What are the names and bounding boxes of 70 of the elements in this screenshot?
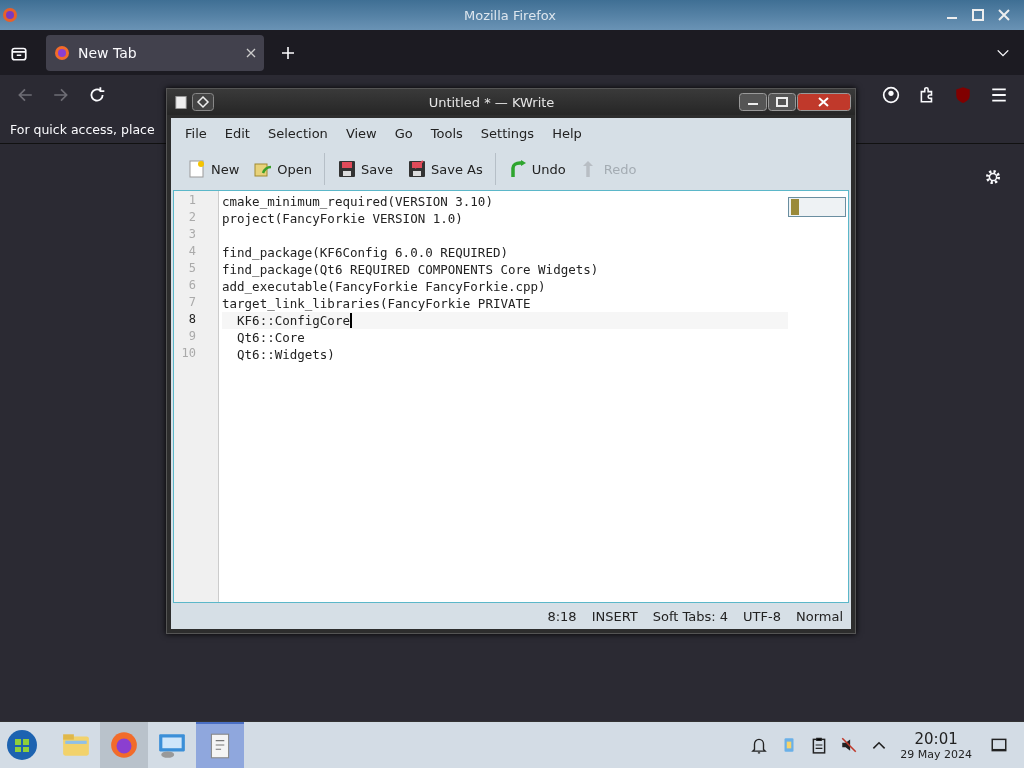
taskbar-notepad-button[interactable] <box>196 722 244 768</box>
code-line: cmake_minimum_required(VERSION 3.10) <box>222 194 493 209</box>
bell-icon[interactable] <box>750 736 769 754</box>
reload-icon[interactable] <box>88 86 106 104</box>
status-item[interactable]: 8:18 <box>547 608 577 624</box>
start-menu-icon[interactable] <box>6 729 38 761</box>
window-title: Mozilla Firefox <box>463 7 556 23</box>
minimize-icon[interactable] <box>739 93 767 111</box>
menu-item[interactable]: Settings <box>472 122 543 144</box>
pin-icon[interactable] <box>192 93 214 111</box>
account-icon[interactable] <box>882 86 900 104</box>
clock-date[interactable]: 29 May 2024 <box>900 747 972 761</box>
menu-item[interactable]: View <box>337 122 385 144</box>
line-number: 6 <box>187 278 197 294</box>
menu-item[interactable]: Edit <box>216 122 258 144</box>
minimap[interactable] <box>788 197 846 217</box>
browser-icon <box>2 7 18 23</box>
menu-item[interactable]: Selection <box>259 122 336 144</box>
code-line: Qt6::Widgets) <box>236 347 335 362</box>
bookmarks-hint: For quick access, place <box>10 121 155 137</box>
saveas-button[interactable]: Save As <box>401 155 489 183</box>
line-number: 5 <box>187 261 197 277</box>
save-button[interactable]: Save <box>331 155 399 183</box>
line-number: 3 <box>187 227 197 243</box>
status-item[interactable]: Soft Tabs: 4 <box>652 608 729 624</box>
line-number: 8 <box>187 312 197 328</box>
new-tab-icon[interactable] <box>280 44 296 61</box>
close-icon[interactable] <box>246 47 256 58</box>
code-line: Qt6::Core <box>236 330 305 345</box>
window-title: Untitled * — KWrite <box>427 94 555 110</box>
maximize-icon[interactable] <box>768 93 796 111</box>
new-file-icon <box>187 159 207 179</box>
menu-icon[interactable] <box>990 86 1008 104</box>
menu-item[interactable]: Help <box>544 122 590 144</box>
browser-icon <box>109 730 139 760</box>
settings-icon[interactable] <box>984 168 1002 186</box>
line-number: 1 <box>187 193 197 209</box>
code-line: find_package(KF6Config 6.0.0 REQUIRED) <box>222 245 508 260</box>
code-line: KF6::ConfigCore <box>236 313 350 328</box>
code-line: add_executable(FancyForkie FancyForkie.cpp) <box>222 279 546 294</box>
clock-time[interactable]: 20:01 <box>914 729 958 748</box>
notepad-icon <box>175 94 187 110</box>
line-number: 4 <box>187 244 197 260</box>
line-number: 7 <box>187 295 197 311</box>
taskbar-browser-button[interactable] <box>100 722 148 768</box>
forward-icon[interactable] <box>52 86 70 104</box>
menu-item[interactable]: Tools <box>422 122 471 144</box>
close-icon[interactable] <box>797 93 851 111</box>
browser-tab[interactable]: New Tab <box>46 34 264 71</box>
line-number: 9 <box>187 329 197 345</box>
new-button[interactable]: New <box>181 155 246 183</box>
status-item[interactable]: Normal <box>795 608 843 624</box>
code-line: target_link_libraries(FancyForkie PRIVATE <box>222 296 531 311</box>
save-as-icon <box>407 159 427 179</box>
save-icon <box>337 159 358 179</box>
code-line: find_package(Qt6 REQUIRED COMPONENTS Core Widgets) <box>222 262 599 277</box>
menu-item[interactable]: File <box>177 122 215 144</box>
open-button[interactable]: Open <box>247 155 319 183</box>
status-item[interactable]: UTF-8 <box>743 608 781 624</box>
code-line: project(FancyForkie VERSION 1.0) <box>222 211 463 226</box>
back-icon[interactable] <box>16 86 34 104</box>
line-number: 2 <box>187 210 197 226</box>
line-number: 10 <box>180 346 197 362</box>
text-cursor <box>349 313 352 328</box>
show-desktop-icon[interactable] <box>990 736 1008 754</box>
menu-item[interactable]: Go <box>386 122 421 144</box>
undo-button[interactable]: Undo <box>501 155 572 183</box>
status-item[interactable]: INSERT <box>591 608 638 624</box>
muted-speaker-icon[interactable] <box>840 736 859 754</box>
browser-icon <box>54 44 70 61</box>
